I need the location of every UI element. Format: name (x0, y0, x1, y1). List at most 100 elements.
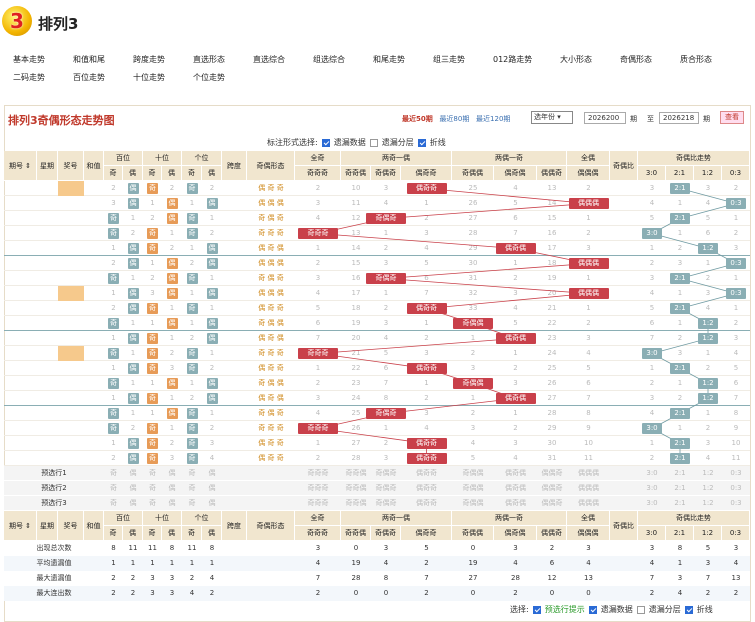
miss-cell: 3 (513, 379, 518, 387)
digit-hit-cell: 偶 (123, 286, 143, 301)
ratio-hit-tag: 1:2 (698, 393, 718, 404)
menu-item[interactable]: 组三走势 (433, 54, 465, 65)
miss-cell: 3 (209, 439, 215, 447)
menu-item[interactable]: 组选综合 (313, 54, 345, 65)
missing-data-checkbox[interactable] (321, 138, 330, 147)
stats-value: 3 (169, 574, 175, 582)
digit-hit-cell: 偶 (162, 211, 182, 226)
parity-form-cell: 奇 偶 奇 (258, 409, 284, 417)
col-header-ou: 偶 (123, 526, 143, 541)
miss-cell: 1 (733, 304, 739, 312)
col-header-kuadu: 跨度 (222, 511, 247, 541)
ratio-hit-tag: 2:1 (670, 363, 690, 374)
forecast-hint-checkbox[interactable] (532, 605, 541, 614)
miss-cell: 14 (351, 244, 361, 252)
period-80-link[interactable]: 最近80期 (439, 115, 469, 123)
menu-item[interactable]: 跨度走势 (133, 54, 165, 65)
digit-parity-block: 奇 (186, 438, 198, 449)
col-header-ji: 奇 (104, 526, 123, 541)
ratio-cell (610, 316, 638, 331)
to-period-input[interactable]: 2026218 (659, 112, 699, 124)
digit-hit-cell: 奇 (104, 421, 123, 436)
menu-item[interactable]: 和值和尾 (73, 54, 105, 65)
miss-cell: 8 (383, 394, 389, 402)
digit-parity-block: 奇 (186, 363, 198, 374)
menu-item[interactable]: 012路走势 (493, 54, 532, 65)
parity-form-cell: 偶 奇 奇 (258, 454, 284, 462)
stats-value: 1 (209, 559, 215, 567)
miss-cell: 3 (383, 259, 389, 267)
miss-cell: 6 (586, 379, 591, 387)
footer-options: 选择: 预选行提示 遗漏数据 遗漏分层 折线 (510, 604, 713, 615)
sum-cell (84, 346, 104, 361)
menu-item[interactable]: 直选综合 (253, 54, 285, 65)
miss-cell: 1 (130, 349, 136, 357)
period-cell (4, 301, 37, 316)
weekday-cell (37, 346, 58, 361)
period-120-link[interactable]: 最近120期 (476, 115, 510, 123)
parity-form-cell: 奇 偶 奇 (258, 274, 284, 282)
menu-item[interactable]: 质合形态 (680, 54, 712, 65)
miss-cell: 2 (470, 409, 476, 417)
col-header-ou: 偶 (202, 166, 222, 181)
digit-parity-block: 偶 (127, 303, 139, 314)
stats-value: 0 (353, 589, 359, 597)
digit-hit-cell: 奇 (182, 181, 202, 196)
menu-item[interactable]: 基本走势 (13, 54, 45, 65)
miss-cell: 3 (649, 184, 655, 192)
miss-cell: 2 (189, 394, 195, 402)
query-button[interactable]: 查看 (720, 111, 744, 124)
period-cell (4, 226, 37, 241)
stats-value: 7 (424, 574, 429, 582)
ratio-hit-tag: 1:2 (698, 333, 718, 344)
menu-item[interactable]: 个位走势 (193, 72, 225, 83)
footer-missing-layer-checkbox[interactable] (636, 605, 645, 614)
weekday-cell (37, 286, 58, 301)
from-period-input[interactable]: 2026200 (584, 112, 626, 124)
menu-item[interactable]: 大小形态 (560, 54, 592, 65)
year-select[interactable]: 选年份 ▾ (531, 111, 573, 124)
digit-parity-block: 奇 (147, 348, 158, 359)
footer-polyline-checkbox[interactable] (684, 605, 693, 614)
parity-form-cell: 奇 奇 奇 (258, 349, 284, 357)
menu-item[interactable]: 十位走势 (133, 72, 165, 83)
menu-item[interactable]: 直选形态 (193, 54, 225, 65)
miss-cell: 1 (315, 244, 321, 252)
col-header-jianghao: 奖号 (58, 151, 84, 181)
miss-cell: 10 (584, 439, 593, 447)
miss-cell: 4 (315, 409, 321, 417)
forecast-option: 偶偶偶 (578, 484, 599, 492)
period-cell (4, 406, 37, 421)
menu-item[interactable]: 二码走势 (13, 72, 45, 83)
digit-parity-block: 偶 (206, 198, 218, 209)
forecast-option: 奇偶偶 (462, 469, 484, 477)
sum-cell (84, 181, 104, 196)
period-50-link[interactable]: 最近50期 (402, 115, 433, 123)
menu-item[interactable]: 奇偶形态 (620, 54, 652, 65)
col-header-hezhi: 和值 (84, 151, 104, 181)
miss-cell: 3 (315, 199, 321, 207)
polyline-checkbox[interactable] (417, 138, 426, 147)
span-cell (222, 346, 247, 361)
menu-item[interactable]: 百位走势 (73, 72, 105, 83)
col-header-pat_qoq: 奇偶奇 (371, 526, 401, 541)
digit-parity-block: 偶 (206, 318, 218, 329)
footer-missing-data-checkbox[interactable] (588, 605, 597, 614)
stats-value: 4 (189, 589, 195, 597)
miss-cell: 2 (383, 304, 389, 312)
stats-value: 11 (148, 544, 157, 552)
qi-label-2: 期 (703, 115, 710, 123)
digit-hit-cell: 偶 (162, 316, 182, 331)
missing-layer-checkbox[interactable] (369, 138, 378, 147)
sum-cell (84, 196, 104, 211)
miss-cell: 3 (677, 349, 683, 357)
ratio-cell (610, 391, 638, 406)
miss-cell: 30 (547, 439, 557, 447)
stats-value: 2 (209, 589, 215, 597)
miss-cell: 4 (513, 304, 518, 312)
miss-cell: 6 (513, 214, 518, 222)
parity-form-cell: 偶 偶 偶 (258, 289, 284, 297)
menu-item[interactable]: 和尾走势 (373, 54, 405, 65)
miss-cell: 4 (424, 244, 429, 252)
footer-label: 选择: (510, 605, 529, 614)
